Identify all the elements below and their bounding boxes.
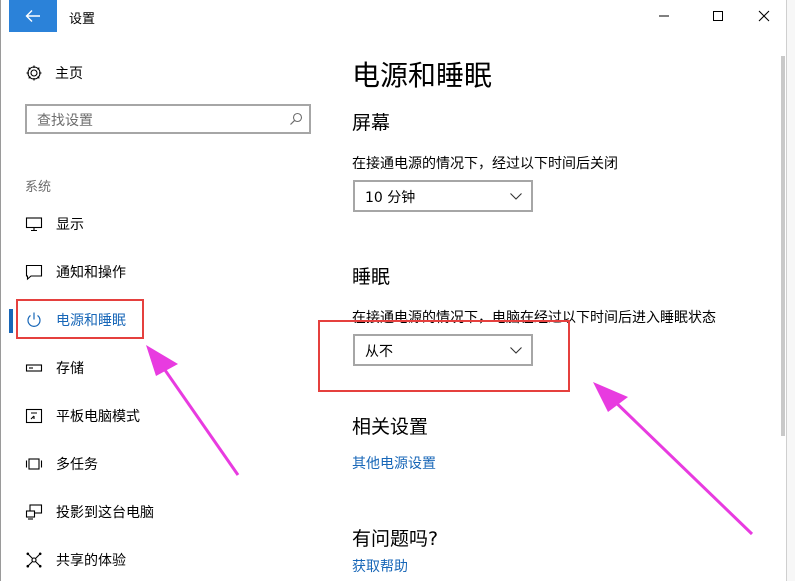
screen-timeout-dropdown[interactable]: 10 分钟 [353, 180, 533, 212]
section-heading-sleep: 睡眠 [352, 266, 391, 288]
sidebar-item-label: 共享的体验 [56, 553, 126, 569]
gear-icon [26, 65, 42, 81]
sidebar-item-label: 存储 [56, 361, 84, 377]
minimize-icon [659, 15, 669, 17]
additional-power-settings-link[interactable]: 其他电源设置 [352, 453, 436, 473]
background-window-edge [786, 0, 795, 581]
page-title: 电源和睡眠 [352, 59, 493, 92]
sidebar-item-label: 平板电脑模式 [56, 409, 140, 425]
sidebar-item-label: 投影到这台电脑 [56, 505, 154, 521]
annotation-box-sleep [318, 320, 570, 392]
sidebar-item-label: 显示 [56, 217, 84, 233]
project-icon [25, 503, 43, 521]
settings-window: 设置 主页 查找设置 系统 显示 通知和操作 电源和睡眠 存储 平板电脑模式 多… [0, 0, 787, 581]
tablet-mode-icon [25, 407, 43, 425]
storage-icon [25, 359, 43, 377]
chevron-down-icon [510, 193, 522, 200]
window-title: 设置 [69, 12, 96, 27]
sidebar-item-multitask[interactable]: 多任务 [9, 444, 321, 484]
sidebar-item-shared-experiences[interactable]: 共享的体验 [9, 540, 321, 580]
active-indicator [9, 309, 13, 333]
annotation-box-sidebar [16, 299, 144, 339]
back-arrow-icon [25, 10, 40, 22]
sidebar-item-storage[interactable]: 存储 [9, 348, 321, 388]
section-heading-help: 有问题吗? [352, 528, 439, 550]
sidebar-item-home[interactable]: 主页 [25, 62, 83, 84]
sidebar-item-display[interactable]: 显示 [9, 204, 321, 244]
home-label: 主页 [55, 66, 83, 82]
sidebar-item-tablet-mode[interactable]: 平板电脑模式 [9, 396, 321, 436]
sidebar-item-label: 通知和操作 [56, 265, 126, 281]
get-help-link[interactable]: 获取帮助 [352, 556, 408, 576]
search-placeholder: 查找设置 [37, 113, 93, 129]
multitask-icon [25, 455, 43, 473]
monitor-icon [25, 215, 43, 233]
sidebar-item-project[interactable]: 投影到这台电脑 [9, 492, 321, 532]
maximize-icon [713, 11, 723, 21]
search-input[interactable]: 查找设置 [25, 104, 311, 134]
search-icon [290, 112, 303, 125]
close-button[interactable] [741, 0, 787, 32]
main-content: 电源和睡眠 屏幕 在接通电源的情况下，经过以下时间后关闭 10 分钟 睡眠 在接… [321, 32, 777, 581]
scrollbar[interactable] [781, 56, 785, 436]
section-heading-screen: 屏幕 [352, 112, 391, 134]
maximize-button[interactable] [695, 0, 741, 32]
notification-icon [25, 263, 43, 281]
minimize-button[interactable] [641, 0, 687, 32]
close-icon [758, 10, 770, 22]
screen-description: 在接通电源的情况下，经过以下时间后关闭 [352, 156, 618, 172]
sidebar-item-label: 多任务 [56, 457, 98, 473]
sidebar-item-notifications[interactable]: 通知和操作 [9, 252, 321, 292]
screen-timeout-value: 10 分钟 [365, 190, 416, 206]
title-bar: 设置 [1, 0, 787, 32]
section-heading-related: 相关设置 [352, 416, 429, 438]
share-icon [25, 551, 43, 569]
back-button[interactable] [9, 0, 57, 32]
section-label-system: 系统 [25, 180, 52, 195]
